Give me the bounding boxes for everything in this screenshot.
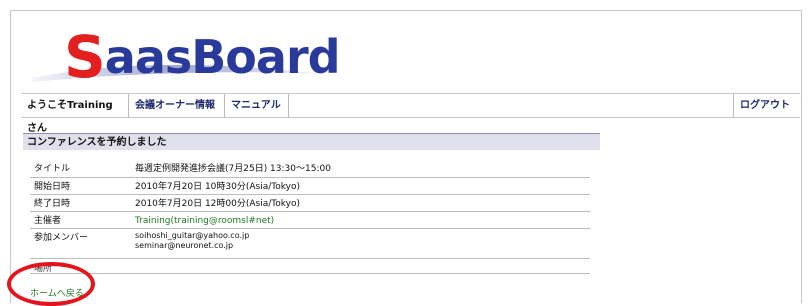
label-end: 終了日時 (34, 199, 71, 209)
logo-rest: aasBoard (104, 30, 341, 84)
row-start: 開始日時 2010年7月20日 10時30分(Asia/Tokyo) (30, 177, 590, 195)
label-start: 開始日時 (34, 182, 71, 192)
top-nav: ようこそTrainingさん 会議オーナー情報 マニュアル ログアウト (21, 93, 800, 134)
row-members: 参加メンバー soihoshi_guitar@yahoo.co.jp semin… (30, 228, 590, 259)
welcome-text: ようこそTrainingさん (21, 94, 129, 134)
value-host-link[interactable]: Training(training@roomsl#net) (135, 214, 274, 228)
member-item: seminar@neuronet.co.jp (135, 241, 234, 250)
row-host: 主催者 Training(training@roomsl#net) (30, 211, 590, 229)
logo-initial: S (64, 23, 106, 91)
row-title: タイトル 毎週定例開発進捗会議(7月25日) 13:30〜15:00 (30, 159, 590, 178)
member-item: soihoshi_guitar@yahoo.co.jp (135, 231, 250, 240)
label-members: 参加メンバー (34, 233, 89, 243)
highlight-circle (7, 262, 95, 306)
saasboard-logo[interactable]: SaasBoard (32, 12, 341, 86)
row-cut (30, 258, 590, 274)
logo-wordmark: SaasBoard (64, 24, 341, 86)
section-title: コンファレンスを予約しました (23, 133, 600, 150)
label-title: タイトル (34, 164, 71, 174)
value-end: 2010年7月20日 12時00分(Asia/Tokyo) (135, 199, 300, 209)
label-host: 主催者 (34, 216, 62, 226)
nav-manual-link[interactable]: マニュアル (225, 94, 289, 117)
logout-link[interactable]: ログアウト (733, 94, 800, 117)
value-members: soihoshi_guitar@yahoo.co.jp seminar@neur… (135, 231, 249, 251)
value-start: 2010年7月20日 10時30分(Asia/Tokyo) (135, 182, 300, 192)
nav-owner-info-link[interactable]: 会議オーナー情報 (129, 94, 225, 117)
value-title: 毎週定例開発進捗会議(7月25日) 13:30〜15:00 (135, 164, 331, 174)
row-end: 終了日時 2010年7月20日 12時00分(Asia/Tokyo) (30, 194, 590, 212)
